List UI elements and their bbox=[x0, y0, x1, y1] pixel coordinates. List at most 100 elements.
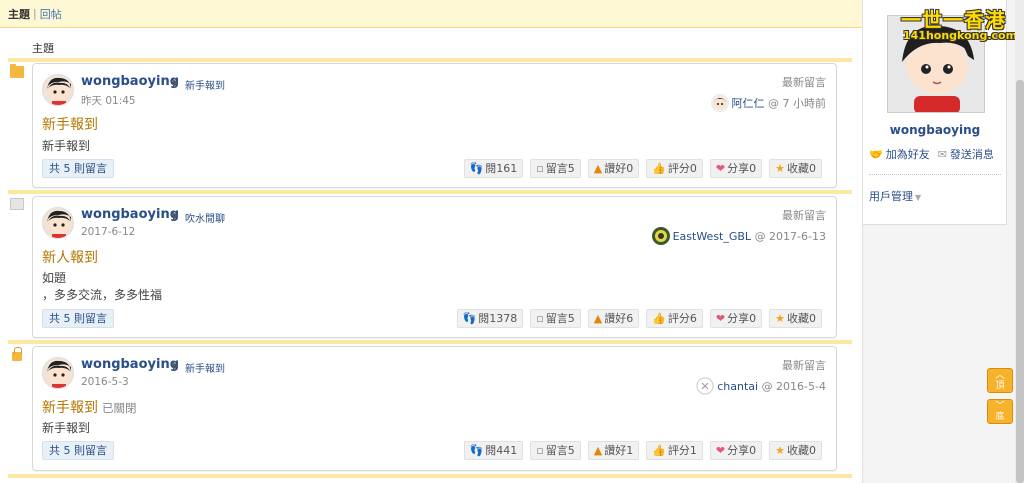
like-button[interactable]: ▲ 讚好1 bbox=[587, 441, 640, 460]
replies-link[interactable]: 共 5 則留言 bbox=[42, 441, 114, 460]
tab-replies[interactable]: 回帖 bbox=[40, 6, 62, 22]
post-body-line: 新手報到 bbox=[42, 421, 91, 435]
folder-icon bbox=[10, 64, 24, 78]
comments-count: 留言5 bbox=[545, 444, 575, 457]
rate-button[interactable]: 👍 評分6 bbox=[646, 309, 703, 328]
post-card: wongbaoying 新手報到 2016-5-3 最新留言 chantai @… bbox=[32, 346, 837, 471]
row-band bbox=[8, 58, 852, 62]
user-sidebar: wongbaoying 🤝 加為好友 ✉ 發送消息 用戶管理 ▼ 一世一香港 141h… bbox=[862, 0, 1024, 483]
add-friend-label: 加為好友 bbox=[885, 148, 930, 161]
heart-icon: ❤ bbox=[715, 312, 726, 325]
footprint-icon: 👣 bbox=[469, 162, 484, 175]
row-band bbox=[8, 340, 852, 344]
column-header: 主題 bbox=[32, 42, 54, 55]
post-actions: 👣 閱161 ▫ 留言5 ▲ 讚好0 👍 評分0 ❤ 分享0 ★ 收藏0 bbox=[457, 159, 822, 178]
arrow-right-icon bbox=[173, 79, 178, 87]
thumbs-up-icon: 👍 bbox=[652, 444, 666, 457]
latest-reply-avatar[interactable] bbox=[651, 227, 670, 245]
share-button[interactable]: ❤ 分享0 bbox=[709, 309, 763, 328]
views-button[interactable]: 👣 閱161 bbox=[463, 159, 524, 178]
post-actions: 👣 閱1378 ▫ 留言5 ▲ 讚好6 👍 評分6 ❤ 分享0 ★ 收藏0 bbox=[450, 309, 822, 328]
favorite-count: 收藏0 bbox=[787, 312, 816, 325]
scrollbar[interactable] bbox=[1015, 0, 1024, 483]
divider bbox=[869, 174, 1001, 175]
row-band bbox=[8, 474, 852, 478]
back-to-top-button[interactable]: ︿ 頂 bbox=[987, 368, 1013, 393]
send-message-link[interactable]: ✉ 發送消息 bbox=[938, 146, 994, 162]
latest-reply-time: @ 7 小時前 bbox=[768, 97, 826, 110]
go-to-bottom-button[interactable]: ﹀ 底 bbox=[987, 399, 1013, 424]
heart-icon: ❤ bbox=[715, 444, 726, 457]
rate-button[interactable]: 👍 評分1 bbox=[646, 441, 703, 460]
chevron-down-icon: ﹀ bbox=[995, 401, 1005, 412]
rate-count: 評分6 bbox=[667, 312, 697, 325]
comments-count: 留言5 bbox=[545, 162, 575, 175]
star-icon: ★ bbox=[775, 444, 785, 457]
avatar[interactable] bbox=[42, 207, 74, 239]
like-count: 讚好0 bbox=[604, 162, 634, 175]
thumbs-up-icon: 👍 bbox=[652, 312, 666, 325]
replies-link[interactable]: 共 5 則留言 bbox=[42, 159, 114, 178]
avatar[interactable] bbox=[42, 74, 74, 106]
latest-reply-time: @ 2016-5-4 bbox=[761, 379, 826, 393]
post-title-text[interactable]: 新手報到 bbox=[42, 400, 98, 416]
footprint-icon: 👣 bbox=[469, 444, 484, 457]
add-friend-link[interactable]: 🤝 加為好友 bbox=[869, 146, 930, 162]
post-title[interactable]: 新手報到 bbox=[42, 114, 98, 134]
closed-label: 已關閉 bbox=[102, 401, 137, 415]
latest-reply-user[interactable]: chantai bbox=[717, 380, 758, 393]
post-date: 昨天 01:45 bbox=[81, 95, 136, 107]
caret-down-icon: ▼ bbox=[915, 193, 922, 202]
comment-icon: ▫ bbox=[536, 312, 544, 325]
post-actions: 👣 閱441 ▫ 留言5 ▲ 讚好1 👍 評分1 ❤ 分享0 ★ 收藏0 bbox=[457, 441, 822, 460]
latest-reply-time: @ 2017-6-13 bbox=[754, 229, 826, 243]
avatar[interactable] bbox=[42, 357, 74, 389]
share-button[interactable]: ❤ 分享0 bbox=[709, 441, 763, 460]
latest-reply-user[interactable]: 阿仁仁 bbox=[732, 95, 765, 111]
post-date: 2017-6-12 bbox=[81, 226, 136, 238]
comments-button[interactable]: ▫ 留言5 bbox=[530, 159, 581, 178]
views-count: 閱1378 bbox=[478, 312, 518, 325]
post-body-line: ，多多交流，多多性福 bbox=[42, 288, 163, 302]
comments-button[interactable]: ▫ 留言5 bbox=[530, 441, 581, 460]
like-button[interactable]: ▲ 讚好0 bbox=[587, 159, 640, 178]
post-forum[interactable]: 新手報到 bbox=[185, 360, 225, 375]
latest-reply-avatar[interactable] bbox=[710, 94, 729, 112]
post-title[interactable]: 新人報到 bbox=[42, 247, 98, 267]
user-management-menu[interactable]: 用戶管理 ▼ bbox=[869, 188, 921, 204]
post-author[interactable]: wongbaoying bbox=[81, 207, 179, 222]
profile-username[interactable]: wongbaoying bbox=[863, 123, 1007, 137]
scrollbar-thumb[interactable] bbox=[1016, 80, 1024, 483]
latest-reply-label: 最新留言 bbox=[782, 359, 826, 372]
tab-bar: 主題 | 回帖 bbox=[0, 0, 862, 28]
favorite-button[interactable]: ★ 收藏0 bbox=[769, 159, 822, 178]
arrow-up-icon: ▲ bbox=[593, 444, 603, 457]
site-logo[interactable]: 一世一香港 141hongkong.com bbox=[901, 4, 1024, 44]
share-button[interactable]: ❤ 分享0 bbox=[709, 159, 763, 178]
post-title-text[interactable]: 新手報到 bbox=[42, 117, 98, 133]
top-label: 頂 bbox=[995, 381, 1005, 391]
views-button[interactable]: 👣 閱441 bbox=[463, 441, 524, 460]
post-body: 新手報到 bbox=[42, 138, 90, 155]
latest-reply-user[interactable]: EastWest_GBL bbox=[673, 230, 751, 243]
post-forum[interactable]: 新手報到 bbox=[185, 77, 225, 92]
profile-links: 🤝 加為好友 ✉ 發送消息 bbox=[869, 146, 1002, 162]
comment-icon: ▫ bbox=[536, 444, 544, 457]
views-button[interactable]: 👣 閱1378 bbox=[456, 309, 524, 328]
post-author[interactable]: wongbaoying bbox=[81, 357, 179, 372]
like-button[interactable]: ▲ 讚好6 bbox=[587, 309, 640, 328]
favorite-button[interactable]: ★ 收藏0 bbox=[769, 309, 822, 328]
favorite-button[interactable]: ★ 收藏0 bbox=[769, 441, 822, 460]
views-count: 閱161 bbox=[485, 162, 518, 175]
envelope-icon: ✉ bbox=[937, 147, 947, 161]
post-author[interactable]: wongbaoying bbox=[81, 74, 179, 89]
latest-reply-avatar[interactable] bbox=[696, 377, 715, 395]
chevron-up-icon: ︿ bbox=[995, 370, 1005, 381]
rate-button[interactable]: 👍 評分0 bbox=[646, 159, 703, 178]
post-forum[interactable]: 吹水閒聊 bbox=[185, 210, 225, 225]
post-title[interactable]: 新手報到 已關閉 bbox=[42, 397, 137, 417]
post-title-text[interactable]: 新人報到 bbox=[42, 250, 98, 266]
replies-link[interactable]: 共 5 則留言 bbox=[42, 309, 114, 328]
comments-button[interactable]: ▫ 留言5 bbox=[530, 309, 581, 328]
tab-topics[interactable]: 主題 bbox=[8, 6, 30, 22]
